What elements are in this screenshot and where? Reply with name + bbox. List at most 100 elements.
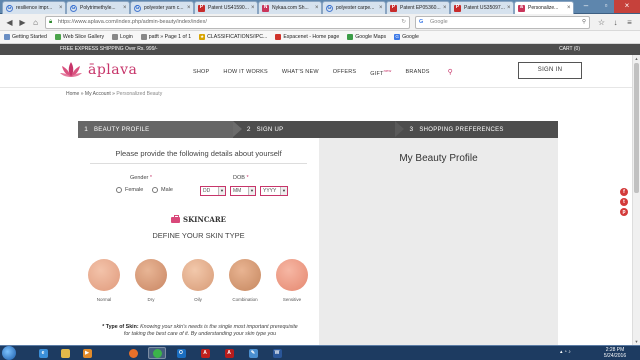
scroll-down-icon[interactable]: ▼ [633,338,640,345]
scroll-thumb[interactable] [634,63,639,193]
tab-5[interactable]: N Nykaa.com Sh... × [258,1,322,14]
tab-title: Patent EP05360... [400,5,441,11]
facebook-icon[interactable]: f [620,188,628,196]
gender-male-radio[interactable]: Male [152,187,173,193]
close-icon[interactable]: × [567,5,573,11]
skin-swatch-sensitive[interactable] [276,259,308,291]
folder-icon [60,348,70,358]
nav-shop[interactable]: SHOP [193,69,209,75]
skin-type-sensitive[interactable]: Sensitive [276,259,308,302]
forward-icon[interactable]: ▶ [17,17,28,28]
scroll-up-icon[interactable]: ▲ [633,55,640,62]
close-icon[interactable]: × [507,5,513,11]
step-sign-up[interactable]: 2 SIGN UP [233,121,405,138]
start-button[interactable] [2,346,16,360]
url-bar[interactable]: 🔒︎ https://www.aplava.com/index.php/admi… [45,16,410,29]
minimize-button[interactable]: – [576,0,596,13]
bookmark-espacenet[interactable]: Espacenet - Home page [275,34,339,40]
dob-day-select[interactable]: DD ▼ [200,186,226,196]
skin-type-dry[interactable]: Dry [135,259,167,302]
back-icon[interactable]: ◀ [4,17,15,28]
breadcrumb-account[interactable]: My Account [85,91,111,97]
skin-swatch-normal[interactable] [88,259,120,291]
nav-offers[interactable]: OFFERS [333,69,357,75]
page-scrollbar[interactable]: ▲ ▼ [632,55,640,345]
taskbar-explorer[interactable] [56,347,74,359]
site-logo[interactable]: āplava [60,60,137,80]
close-icon[interactable]: × [251,5,257,11]
skin-type-oily[interactable]: Oily [182,259,214,302]
skin-type-normal[interactable]: Normal [88,259,120,302]
tab-3[interactable]: Gpolyester yarn c... × [130,1,194,14]
bookmark-classifications[interactable]: ★ CLASSIFICATIONS/IPC... [199,34,267,40]
nav-gift[interactable]: GIFTnew [370,68,391,77]
url-text: https://www.aplava.com/index.php/admin-b… [58,19,207,25]
nav-how-it-works[interactable]: HOW IT WORKS [223,69,267,75]
tab-4[interactable]: P Patent US41590... × [194,1,258,14]
close-icon[interactable]: × [443,5,449,11]
step-beauty-profile[interactable]: 1 BEAUTY PROFILE [78,121,242,138]
nav-brands[interactable]: BRANDS [406,69,430,75]
taskbar-firefox[interactable] [124,347,142,359]
skin-swatch-oily[interactable] [182,259,214,291]
breadcrumb-home[interactable]: Home [66,91,79,97]
breadcrumb-sep: » [80,91,84,97]
menu-icon[interactable]: ≡ [624,17,635,28]
close-icon[interactable]: × [315,5,321,11]
bookmark-google[interactable]: G Google [394,34,419,40]
sign-in-button[interactable]: SIGN IN [518,62,582,79]
bookmark-web-slice[interactable]: Web Slice Gallery [54,34,104,40]
skin-swatch-combination[interactable] [229,259,261,291]
skin-type-combination[interactable]: Combination [229,259,261,302]
taskbar-clock[interactable]: 2:28 PM 5/24/2016 [598,347,632,359]
bookmark-google-maps[interactable]: Google Maps [347,34,386,40]
bookmark-login[interactable]: Login [112,34,133,40]
close-icon[interactable]: × [187,5,193,11]
close-icon[interactable]: × [59,5,65,11]
google-icon: G [326,4,333,12]
taskbar-paint[interactable]: ✎ [244,347,262,359]
bookmark-patft[interactable]: patft » Page 1 of 1 [140,34,191,40]
system-tray-icons[interactable]: ▴ ◔ ♪ [560,349,571,355]
tab-8[interactable]: P Patent US35097... × [450,1,514,14]
steps-bar: 1 BEAUTY PROFILE 2 SIGN UP 3 SHOPPING PR… [78,121,558,138]
home-icon[interactable]: ⌂ [30,17,41,28]
bookmark-getting-started[interactable]: Getting Started [4,34,47,40]
radio-dot[interactable] [116,187,122,193]
taskbar-acrobat[interactable]: A [196,347,214,359]
step-arrow [232,121,242,137]
tab-9-active[interactable]: ā Personalize... × [514,1,574,14]
nav-whats-new[interactable]: WHAT'S NEW [282,69,319,75]
taskbar-outlook[interactable]: O [172,347,190,359]
taskbar-ie[interactable]: e [34,347,52,359]
window-close-button[interactable]: × [614,0,640,13]
taskbar-chrome[interactable] [148,347,166,359]
tab-2[interactable]: G Polytrimethyle... × [66,1,130,14]
taskbar-word[interactable]: W [268,347,286,359]
search-icon[interactable]: ⚲ [582,17,586,28]
star-icon[interactable]: ☆ [596,17,607,28]
google-icon: G [6,4,13,12]
close-icon[interactable]: × [379,5,385,11]
cart-link[interactable]: CART (0) [559,44,580,55]
gender-female-radio[interactable]: Female [116,187,143,193]
download-icon[interactable]: ↓ [610,17,621,28]
skin-swatch-dry[interactable] [135,259,167,291]
maximize-button[interactable]: ▫ [596,0,616,13]
pinterest-icon[interactable]: p [620,208,628,216]
tab-6[interactable]: Gpolyester carpe... × [322,1,386,14]
step-shopping-preferences[interactable]: 3 SHOPPING PREFERENCES [395,121,558,138]
dob-month-select[interactable]: MM ▼ [230,186,256,196]
tab-7[interactable]: P Patent EP05360... × [386,1,450,14]
twitter-icon[interactable]: t [620,198,628,206]
reload-icon[interactable]: ↻ [401,17,406,28]
taskbar-acrobat-2[interactable]: A [220,347,238,359]
radio-dot[interactable] [152,187,158,193]
search-icon[interactable]: ⚲ [448,68,453,76]
search-input[interactable]: G Google ⚲ [415,16,590,29]
close-icon[interactable]: × [123,5,129,11]
dob-year-select[interactable]: YYYY ▼ [260,186,288,196]
tab-1[interactable]: Gresilience impr... × [2,1,66,14]
taskbar-media[interactable]: ▶ [78,347,96,359]
skin-label: Normal [96,297,112,302]
